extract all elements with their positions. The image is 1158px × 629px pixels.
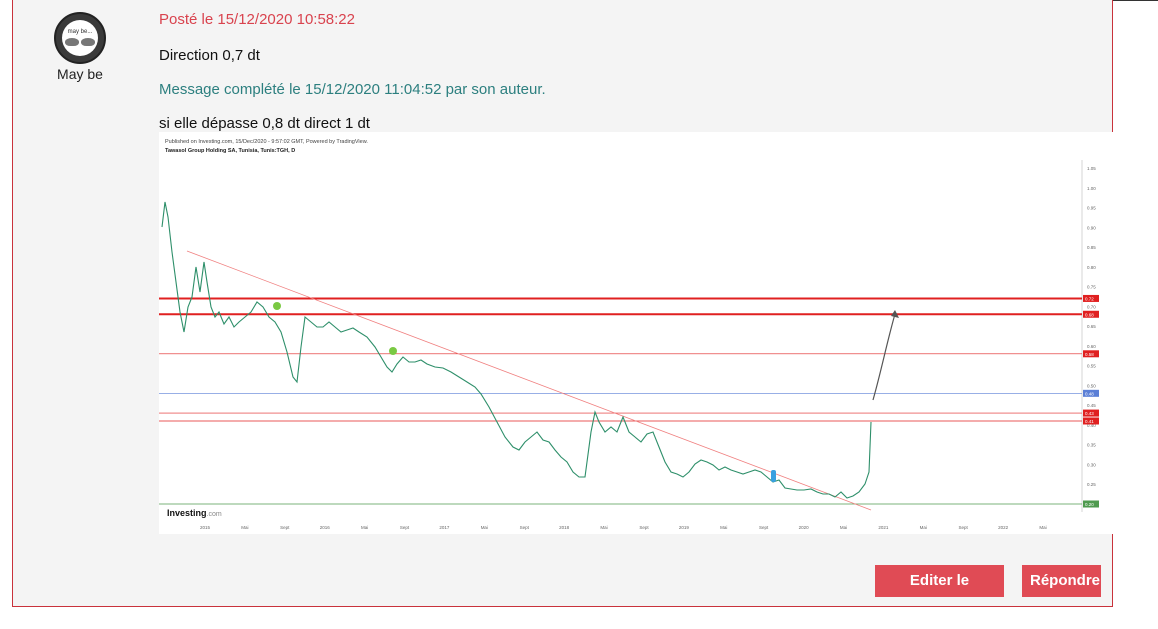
post-timestamp: Posté le 15/12/2020 10:58:22 bbox=[159, 11, 355, 28]
chart-published-text: Published on Investing.com, 15/Dec/2020 … bbox=[165, 139, 368, 145]
time-tick-label: 2020 bbox=[799, 525, 810, 530]
price-tick-label: 0.95 bbox=[1087, 206, 1096, 211]
time-tick-label: 2019 bbox=[679, 525, 690, 530]
message-text-2: si elle dépasse 0,8 dt direct 1 dt bbox=[159, 115, 370, 132]
investing-logo: Investing.com bbox=[167, 508, 222, 518]
price-tick-label: 0.55 bbox=[1087, 364, 1096, 369]
price-tick-label: 0.70 bbox=[1087, 304, 1096, 309]
price-tick-label: 0.35 bbox=[1087, 443, 1096, 448]
price-tick-label: 0.75 bbox=[1087, 285, 1096, 290]
price-tick-label: 0.80 bbox=[1087, 265, 1096, 270]
avatar[interactable]: may be... bbox=[54, 12, 106, 64]
price-tick-label: 0.65 bbox=[1087, 324, 1096, 329]
price-tick-label: 0.25 bbox=[1087, 482, 1096, 487]
time-tick-label: Mai bbox=[600, 525, 607, 530]
time-tick-label: Mai bbox=[720, 525, 727, 530]
level-tag-label: 0.68 bbox=[1085, 312, 1094, 317]
event-marker-icon bbox=[273, 302, 281, 310]
edit-message-button[interactable]: Editer le message bbox=[875, 565, 1004, 621]
event-marker-icon bbox=[771, 470, 776, 482]
time-tick-label: 2018 bbox=[559, 525, 570, 530]
time-tick-label: Mai bbox=[361, 525, 368, 530]
support-resistance-levels: 0.72 0.68 0.58 0.48 0.43 0.41 0.20 bbox=[159, 294, 1099, 508]
time-tick-label: Sept bbox=[639, 525, 649, 530]
avatar-badge: may be... bbox=[62, 20, 98, 56]
price-tick-label: 1.00 bbox=[1087, 186, 1096, 191]
time-tick-label: 2021 bbox=[878, 525, 889, 530]
time-tick-label: Sept bbox=[759, 525, 769, 530]
level-tag-label: 0.72 bbox=[1085, 296, 1094, 301]
wing-icon bbox=[65, 38, 79, 46]
page-divider bbox=[1113, 0, 1158, 1]
author-name[interactable]: May be bbox=[13, 66, 147, 82]
time-tick-label: Sept bbox=[520, 525, 530, 530]
event-marker-icon bbox=[389, 347, 397, 355]
price-axis: 1.05 1.00 0.95 0.90 0.85 0.80 0.75 0.70 0.65 0.60… bbox=[1087, 166, 1096, 507]
time-tick-label: 2015 bbox=[200, 525, 211, 530]
level-tag-label: 0.48 bbox=[1085, 391, 1094, 396]
price-series bbox=[161, 201, 872, 499]
time-tick-label: Sept bbox=[959, 525, 969, 530]
trend-line bbox=[186, 250, 872, 511]
time-tick-label: 2017 bbox=[439, 525, 450, 530]
projection-arrow bbox=[872, 313, 896, 401]
price-tick-label: 0.90 bbox=[1087, 225, 1096, 230]
price-tick-label: 0.85 bbox=[1087, 245, 1096, 250]
chart-instrument-text: Tawasol Group Holding SA, Tunisia, Tunis… bbox=[165, 148, 295, 154]
level-tag-label: 0.43 bbox=[1085, 411, 1094, 416]
wing-icon bbox=[81, 38, 95, 46]
level-tag-label: 0.20 bbox=[1085, 502, 1094, 507]
time-axis: 2015 Mai Sept 2016 Mai Sept 2017 Mai Sept 2018 Mai… bbox=[200, 525, 1047, 530]
forum-post: may be... May be Posté le 15/12/2020 10:… bbox=[12, 0, 1113, 621]
message-text: Direction 0,7 dt bbox=[159, 47, 260, 64]
time-tick-label: Mai bbox=[840, 525, 847, 530]
avatar-text: may be... bbox=[67, 29, 93, 35]
edit-note: Message complété le 15/12/2020 11:04:52 … bbox=[159, 81, 546, 98]
time-tick-label: Sept bbox=[400, 525, 410, 530]
time-tick-label: Mai bbox=[481, 525, 488, 530]
time-tick-label: Mai bbox=[241, 525, 248, 530]
reply-button[interactable]: Répondre bbox=[1022, 565, 1101, 597]
investing-logo-suffix: .com bbox=[207, 511, 222, 518]
time-tick-label: 2016 bbox=[320, 525, 331, 530]
price-tick-label: 0.30 bbox=[1087, 462, 1096, 467]
page-footer-strip bbox=[0, 610, 1158, 618]
time-tick-label: Sept bbox=[280, 525, 290, 530]
price-tick-label: 0.60 bbox=[1087, 344, 1096, 349]
chart-screenshot[interactable]: Published on Investing.com, 15/Dec/2020 … bbox=[159, 132, 1113, 534]
time-tick-label: 2022 bbox=[998, 525, 1009, 530]
price-tick-label: 0.45 bbox=[1087, 403, 1096, 408]
level-tag-label: 0.58 bbox=[1085, 352, 1094, 357]
level-tag-label: 0.41 bbox=[1085, 419, 1094, 424]
investing-logo-word: Investing bbox=[167, 508, 207, 518]
price-tick-label: 1.05 bbox=[1087, 166, 1096, 171]
price-tick-label: 0.50 bbox=[1087, 383, 1096, 388]
time-tick-label: Mai bbox=[1039, 525, 1046, 530]
time-tick-label: Mai bbox=[920, 525, 927, 530]
